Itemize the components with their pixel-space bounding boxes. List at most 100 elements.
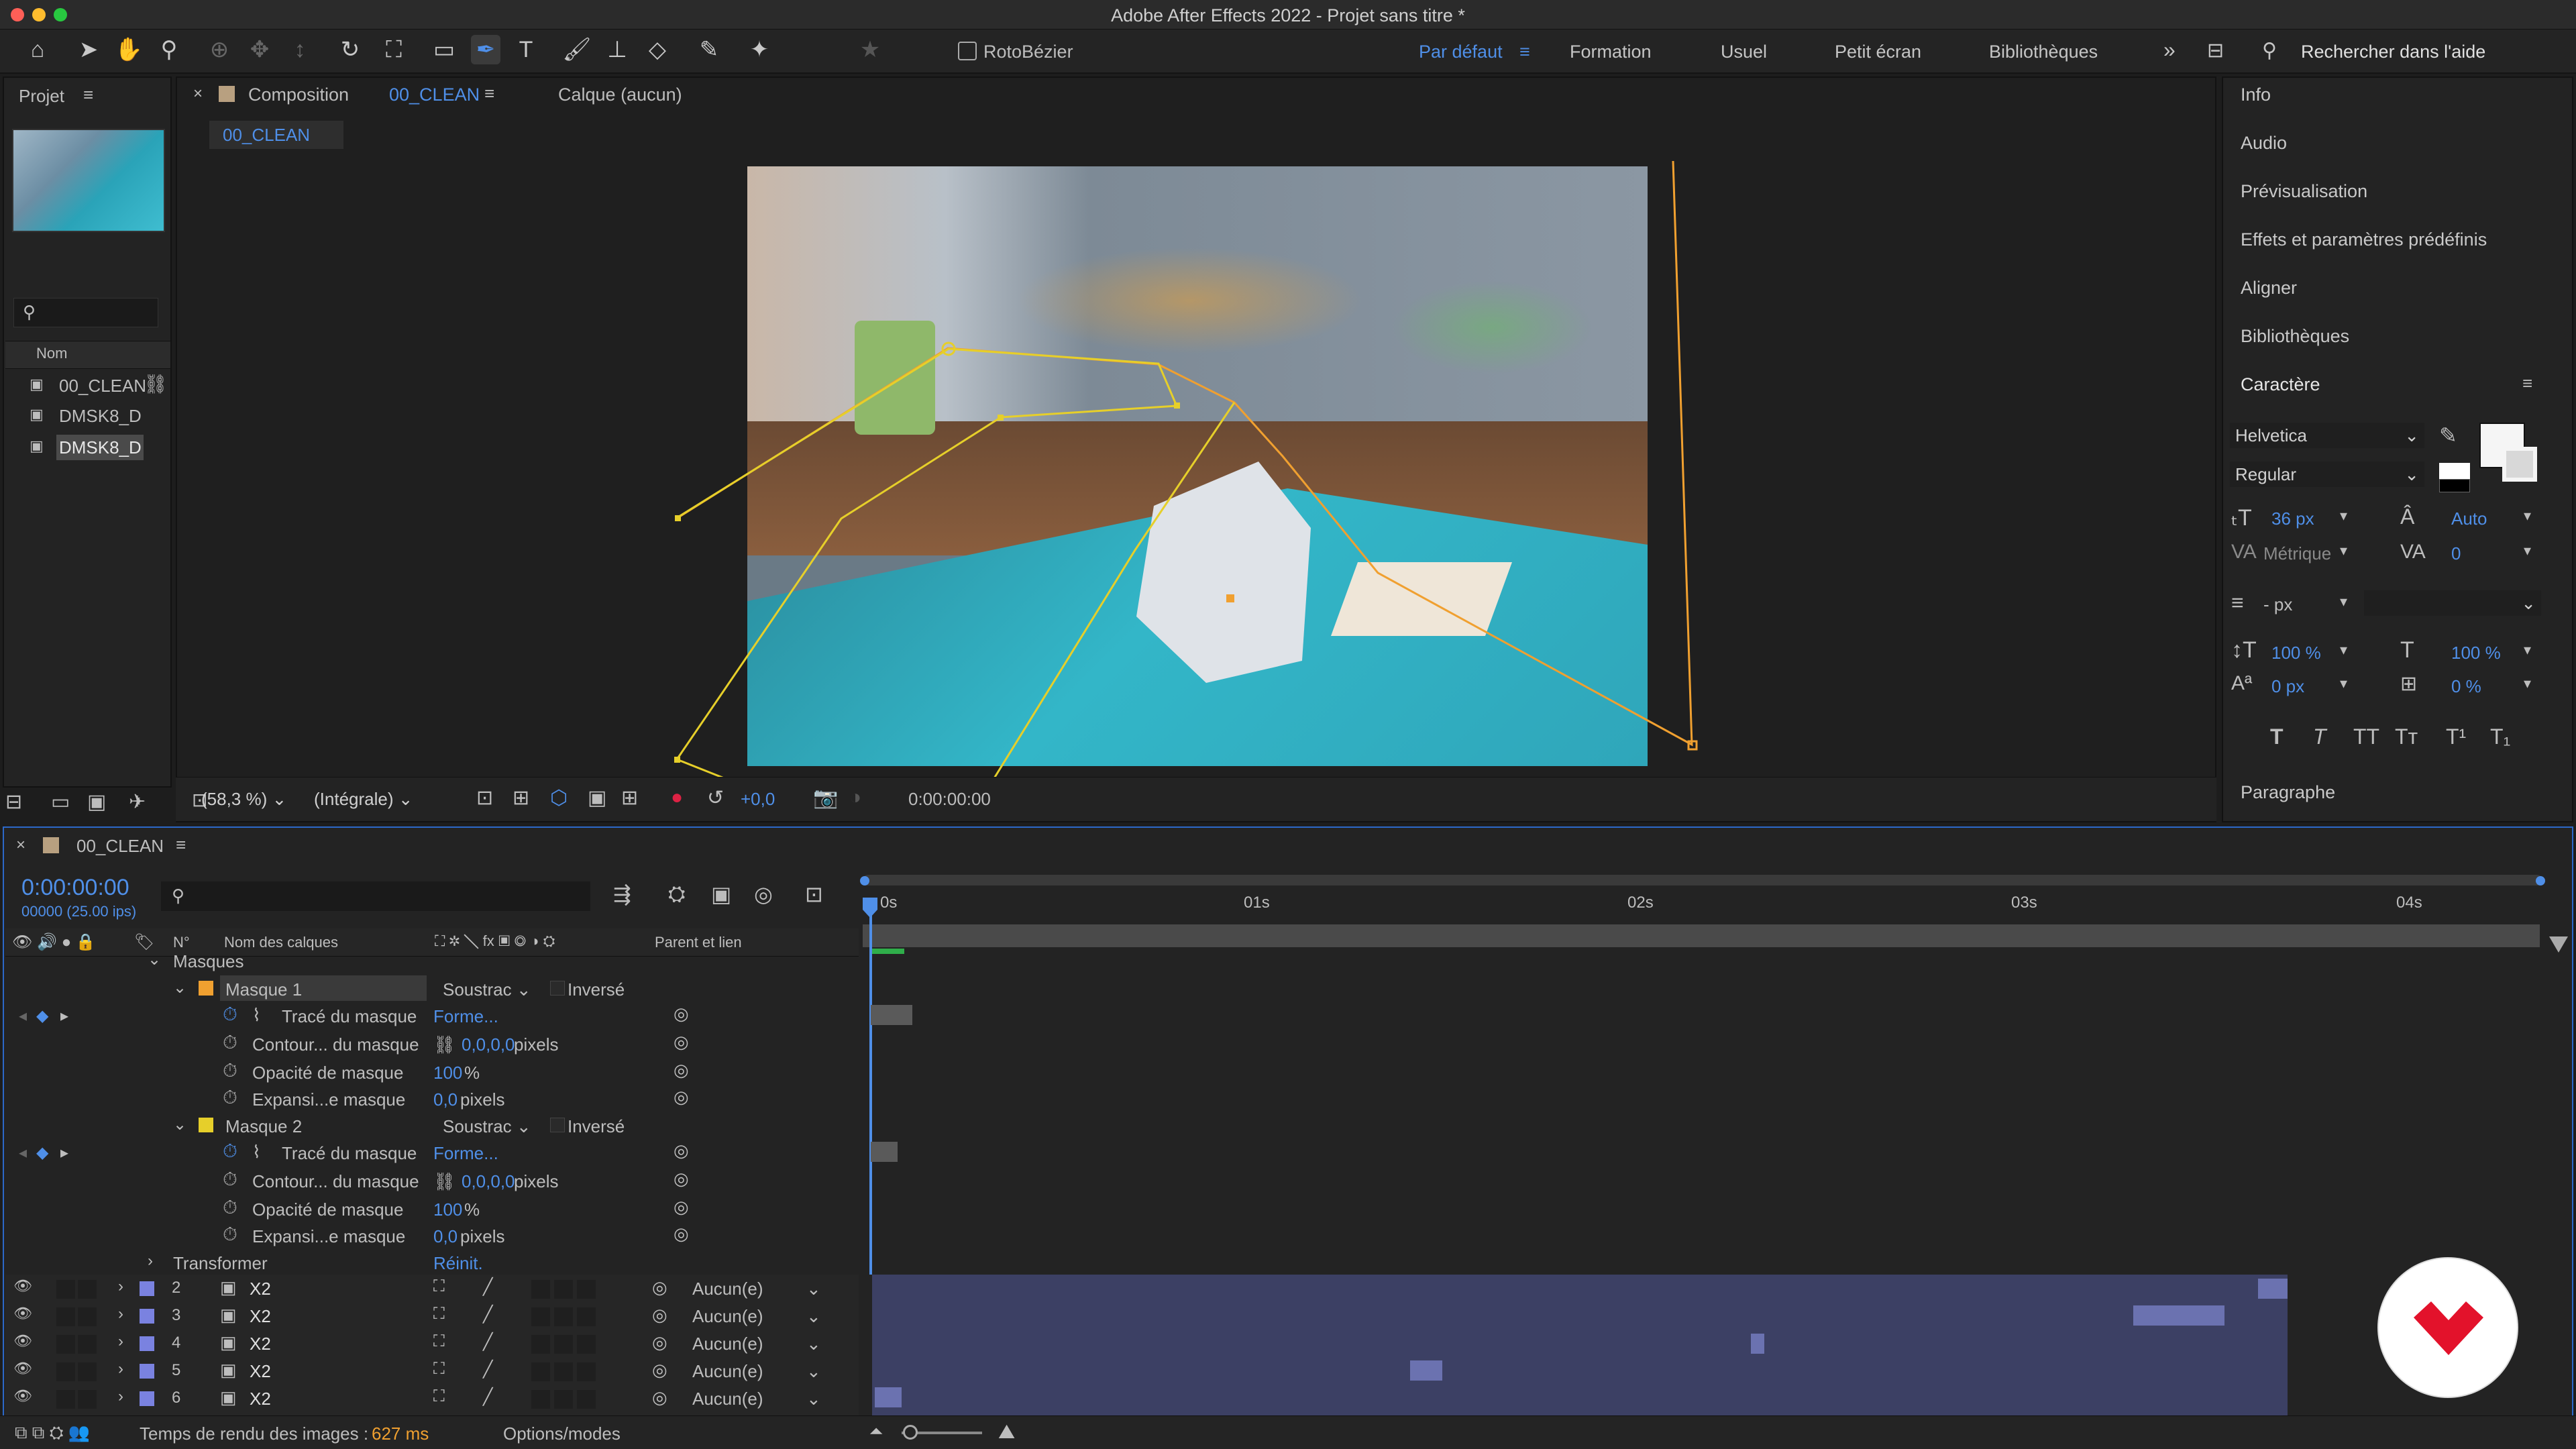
layer-name[interactable]: X2 <box>250 1279 271 1299</box>
workspace-bibliotheques[interactable]: Bibliothèques <box>1989 42 2098 62</box>
superscript-button[interactable]: T¹ <box>2446 724 2466 749</box>
workspace-default[interactable]: Par défaut <box>1419 42 1503 62</box>
layer-name-column[interactable]: Nom des calques <box>224 934 338 951</box>
mask2-path-stopwatch-icon[interactable]: ⏱ <box>223 1140 237 1163</box>
layer-label-color[interactable] <box>140 1309 154 1324</box>
kerning-value[interactable]: Métrique <box>2263 543 2331 564</box>
transparency-grid-icon[interactable]: ⊞ <box>513 786 529 810</box>
comp-timecode[interactable]: 0:00:00:00 <box>908 789 991 810</box>
pen-tool-icon[interactable]: ✒ <box>471 35 500 64</box>
channel-icon[interactable]: ● <box>671 786 683 809</box>
layer-quality-switch-icon[interactable]: ╱ <box>483 1332 492 1352</box>
audio-panel[interactable]: Audio <box>2241 133 2287 154</box>
horizontal-scale-dropdown-icon[interactable]: ▾ <box>2524 641 2531 659</box>
mask1-feather-link-icon[interactable]: ⛓ <box>433 1034 455 1055</box>
eyedropper-icon[interactable]: ✎ <box>2439 423 2457 448</box>
layer-name[interactable]: X2 <box>250 1306 271 1327</box>
baseline-shift-dropdown-icon[interactable]: ▾ <box>2340 675 2347 692</box>
timeline-timecode[interactable]: 0:00:00:00 <box>21 875 129 901</box>
mask2-keyframe-icon[interactable]: ◆ <box>36 1143 48 1163</box>
layer-quality-switch-icon[interactable]: ╱ <box>483 1387 492 1407</box>
layer-adjustment-switch[interactable] <box>577 1307 596 1326</box>
transform-reset-button[interactable]: Réinit. <box>433 1253 483 1274</box>
puppet-pin-icon[interactable]: ✦ <box>745 35 774 64</box>
timeline-menu-icon[interactable]: ≡ <box>176 835 186 855</box>
mask2-opacity-stopwatch-icon[interactable]: ⏱ <box>223 1197 237 1219</box>
layer-quality-switch-icon[interactable]: ╱ <box>483 1305 492 1324</box>
layer-motion-blur-switch[interactable] <box>554 1307 573 1326</box>
status-icons[interactable]: ⧉ ⧉ ⛭ 👥 <box>15 1422 90 1444</box>
stroke-width-value[interactable]: - px <box>2263 594 2292 615</box>
layer-name[interactable]: X2 <box>250 1361 271 1382</box>
mask2-color-swatch[interactable] <box>199 1118 213 1132</box>
layer-lock-toggle[interactable] <box>78 1362 97 1381</box>
layer-number-column[interactable]: N° <box>173 934 190 951</box>
character-panel-title[interactable]: Caractère <box>2241 374 2320 395</box>
zoom-dropdown[interactable]: (58,3 %) ⌄ <box>188 786 295 812</box>
switches-column-icons[interactable]: ⛶ ✲ ╲ fx ▣ ◎ ◑ ⛭ <box>435 932 555 950</box>
close-comp-tab-icon[interactable]: × <box>193 85 203 103</box>
mask2-feather-link-icon[interactable]: ⛓ <box>433 1171 455 1192</box>
layer-adjustment-switch[interactable] <box>577 1335 596 1354</box>
layer-parent-dropdown[interactable]: Aucun(e) ⌄ <box>692 1334 821 1354</box>
all-caps-button[interactable]: TT <box>2353 724 2379 749</box>
selection-tool-icon[interactable]: ➤ <box>74 35 103 64</box>
graph-editor-icon[interactable]: ⊡ <box>805 881 823 907</box>
character-menu-icon[interactable]: ≡ <box>2522 373 2532 394</box>
layer-name[interactable]: X2 <box>250 1334 271 1354</box>
project-menu-icon[interactable]: ≡ <box>83 85 93 105</box>
layer-lock-toggle[interactable] <box>78 1390 97 1409</box>
project-tab[interactable]: Projet <box>19 86 64 107</box>
layer-label-color[interactable] <box>140 1336 154 1351</box>
mask1-opacity-value[interactable]: 100 <box>433 1063 462 1083</box>
layer-motion-blur-switch[interactable] <box>554 1335 573 1354</box>
layer-effects-switch[interactable] <box>531 1335 550 1354</box>
rotobezier-checkbox[interactable] <box>958 42 977 60</box>
mask1-path-pickwhip-icon[interactable]: ◎ <box>674 1004 689 1024</box>
layer-pickwhip-icon[interactable]: ◎ <box>652 1332 667 1353</box>
layer-solo-toggle[interactable] <box>56 1335 75 1354</box>
anchor-tool-icon[interactable]: ⛶ <box>379 35 409 64</box>
mask2-mode-dropdown[interactable]: Soustrac ⌄ <box>443 1116 531 1137</box>
layer-viewer-tab[interactable]: Calque (aucun) <box>558 85 682 105</box>
leading-value[interactable]: Auto <box>2451 508 2487 529</box>
layer-adjustment-switch[interactable] <box>577 1280 596 1299</box>
layer-pickwhip-icon[interactable]: ◎ <box>652 1387 667 1408</box>
faux-italic-button[interactable]: T <box>2313 724 2326 749</box>
layer3-bar[interactable] <box>2133 1305 2224 1326</box>
layer-quality-switch-icon[interactable]: ╱ <box>483 1277 492 1297</box>
guides-icon[interactable]: ⊞ <box>621 786 638 810</box>
mask-paths-overlay[interactable] <box>176 148 2216 785</box>
faux-bold-button[interactable]: T <box>2270 724 2284 749</box>
layer6-bar[interactable] <box>875 1387 902 1407</box>
layer-expand-icon[interactable]: › <box>118 1305 123 1324</box>
options-modes-toggle[interactable]: Options/modes <box>503 1424 621 1444</box>
help-search-input[interactable]: Rechercher dans l'aide <box>2301 42 2485 62</box>
vertical-scale-value[interactable]: 100 % <box>2271 643 2321 663</box>
font-family-dropdown[interactable]: Helvetica ⌄ <box>2230 423 2424 448</box>
layer-lock-toggle[interactable] <box>78 1335 97 1354</box>
mask2-prev-key-icon[interactable]: ◂ <box>19 1143 27 1163</box>
mask2-next-key-icon[interactable]: ▸ <box>60 1143 68 1163</box>
preview-panel[interactable]: Prévisualisation <box>2241 181 2367 202</box>
mask1-next-key-icon[interactable]: ▸ <box>60 1006 68 1026</box>
text-tool-icon[interactable]: T <box>511 35 541 64</box>
tsume-value[interactable]: 0 % <box>2451 676 2481 697</box>
hand-tool-icon[interactable]: ✋ <box>114 35 144 64</box>
project-column-name[interactable]: Nom <box>36 345 67 362</box>
comp-tab-label[interactable]: Composition <box>248 85 349 105</box>
layer-parent-dropdown[interactable]: Aucun(e) ⌄ <box>692 1279 821 1299</box>
hide-shy-icon[interactable]: ▣ <box>711 881 731 907</box>
mask1-path-stopwatch-icon[interactable]: ⏱ <box>223 1004 237 1026</box>
layer-collapse-switch-icon[interactable]: ⛶ <box>433 1360 445 1379</box>
layer-visibility-icon[interactable]: 👁 <box>13 1360 32 1377</box>
effects-panel[interactable]: Effets et paramètres prédéfinis <box>2241 229 2487 250</box>
work-area-end-handle[interactable] <box>2536 876 2545 885</box>
work-area-start-handle[interactable] <box>860 876 869 885</box>
mask1-feather-stopwatch-icon[interactable]: ⏱ <box>223 1032 237 1054</box>
mask1-keyframe-icon[interactable]: ◆ <box>36 1006 48 1026</box>
transform-expand-icon[interactable]: › <box>148 1252 153 1271</box>
comp-tab-name[interactable]: 00_CLEAN <box>389 85 480 105</box>
panel-toggle-icon[interactable]: ⊟ <box>2207 39 2224 62</box>
layer-effects-switch[interactable] <box>531 1280 550 1299</box>
